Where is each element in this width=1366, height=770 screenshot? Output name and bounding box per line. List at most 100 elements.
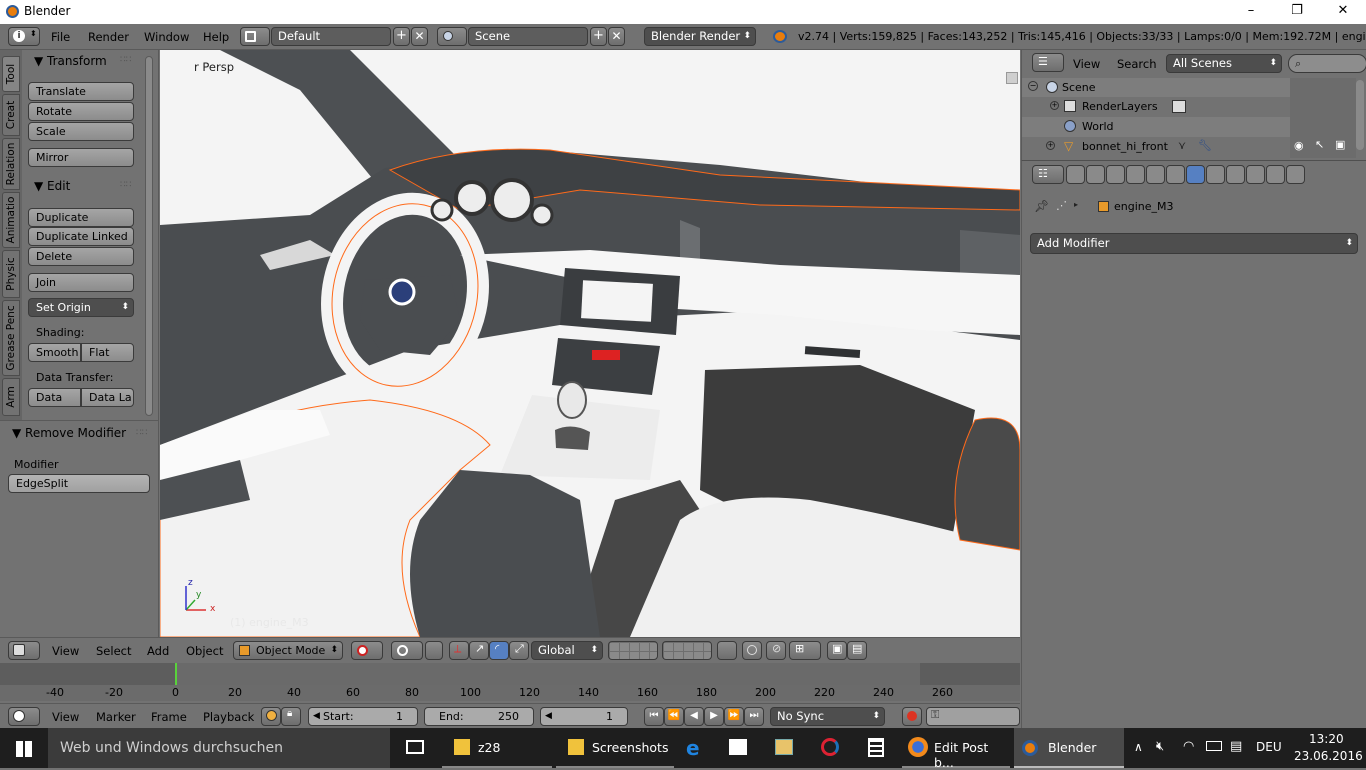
sync-select[interactable]: No Sync ⬍ — [770, 707, 885, 726]
add-layout-button[interactable]: + — [393, 27, 410, 46]
plus-corner-icon[interactable] — [1006, 72, 1018, 84]
render-engine-select[interactable]: Blender Render ⬍ — [644, 27, 756, 46]
transform-panel-header[interactable]: ▼ Transform — [34, 54, 107, 68]
tab-grease-pencil[interactable]: Grease Penc — [2, 300, 20, 376]
menu-frame[interactable]: Frame — [151, 710, 187, 724]
scene-tab-icon[interactable] — [1106, 165, 1125, 184]
rotate-button[interactable]: Rotate — [28, 102, 134, 121]
pin-icon[interactable]: 📌︎ — [1034, 199, 1049, 213]
tab-tool[interactable]: Tool — [2, 56, 20, 92]
remove-scene-button[interactable]: ✕ — [608, 27, 625, 46]
world-tab-icon[interactable] — [1126, 165, 1145, 184]
outliner-scrollbar[interactable] — [1356, 80, 1364, 150]
menu-file[interactable]: File — [51, 30, 70, 44]
translate-manipulator-button[interactable]: ⟂ — [449, 641, 469, 660]
data-layout-button[interactable]: Data La — [81, 388, 134, 407]
tab-armature[interactable]: Arm — [2, 378, 20, 416]
record-button[interactable] — [902, 707, 922, 726]
delete-button[interactable]: Delete — [28, 247, 134, 266]
tab-relation[interactable]: Relation — [2, 138, 20, 190]
layout-field[interactable]: Default — [271, 27, 391, 46]
minimize-button[interactable]: – — [1228, 0, 1274, 24]
join-button[interactable]: Join — [28, 273, 134, 292]
render-animation-button[interactable]: ▤ — [847, 641, 867, 660]
modifier-field[interactable]: EdgeSplit — [8, 474, 150, 493]
snap-toggle-button[interactable]: ⊘ — [766, 641, 786, 660]
outliner-row-world[interactable]: World — [1022, 117, 1290, 137]
expand-icon[interactable]: + — [1046, 141, 1055, 150]
notification-icon[interactable]: ▤ — [1230, 739, 1242, 754]
taskbar-item-screenshots[interactable]: Screenshots — [556, 728, 674, 768]
language-indicator[interactable]: DEU — [1256, 740, 1282, 754]
menu-view[interactable]: View — [52, 710, 79, 724]
orientation-select[interactable]: Global ⬍ — [531, 641, 603, 660]
display-mode-select[interactable]: All Scenes ⬍ — [1166, 54, 1282, 73]
scale-button[interactable]: Scale — [28, 122, 134, 141]
flat-button[interactable]: Flat — [81, 343, 134, 362]
menu-view[interactable]: View — [52, 644, 79, 658]
duplicate-button[interactable]: Duplicate — [28, 208, 134, 227]
jump-keyframe-forward-button[interactable]: ⏩ — [724, 707, 744, 726]
scene-picker-button[interactable] — [437, 27, 467, 46]
current-frame-field[interactable]: ◀ 1 — [540, 707, 628, 726]
render-tab-icon[interactable] — [1066, 165, 1085, 184]
snap-element-select[interactable]: ⊞ — [789, 641, 821, 660]
play-button[interactable]: ▶ — [704, 707, 724, 726]
start-button[interactable] — [0, 728, 48, 768]
layout-picker-button[interactable] — [240, 27, 270, 46]
preview-range-button[interactable] — [261, 707, 281, 726]
jump-start-button[interactable]: ⏮ — [644, 707, 664, 726]
duplicate-linked-button[interactable]: Duplicate Linked — [28, 227, 134, 246]
object-tab-icon[interactable] — [1146, 165, 1165, 184]
current-frame-indicator[interactable] — [175, 663, 177, 685]
viewport-shading-button[interactable] — [351, 641, 383, 660]
drag-handle-icon[interactable]: ∷∷ — [136, 428, 147, 438]
translate-button[interactable]: Translate — [28, 82, 134, 101]
menu-object[interactable]: Object — [186, 644, 223, 658]
store-button[interactable] — [720, 728, 756, 768]
tab-create[interactable]: Creat — [2, 94, 20, 136]
menu-render[interactable]: Render — [88, 30, 129, 44]
modifiers-tab-icon[interactable] — [1186, 165, 1205, 184]
particles-tab-icon[interactable] — [1266, 165, 1285, 184]
battery-icon[interactable] — [1206, 741, 1222, 751]
taskbar-item-firefox[interactable]: Edit Post b... — [902, 728, 1010, 770]
material-tab-icon[interactable] — [1226, 165, 1245, 184]
add-scene-button[interactable]: + — [590, 27, 607, 46]
play-reverse-button[interactable]: ◀ — [684, 707, 704, 726]
editor-type-button[interactable]: ☷ — [1032, 165, 1064, 184]
taskbar-item-blender[interactable]: Blender — [1014, 728, 1124, 768]
lock-range-button[interactable]: 🔒︎ — [281, 707, 301, 726]
menu-search[interactable]: Search — [1117, 57, 1157, 71]
menu-playback[interactable]: Playback — [203, 710, 254, 724]
set-origin-select[interactable]: Set Origin ⬍ — [28, 298, 134, 317]
scale-manipulator-button[interactable]: ⤢ — [509, 641, 529, 660]
speaker-muted-icon[interactable]: 🔇︎ — [1156, 739, 1164, 754]
drag-handle-icon[interactable]: ∷∷ — [120, 180, 131, 190]
cursor-icon[interactable]: ↖ — [1315, 138, 1324, 151]
3d-viewport[interactable]: r Persp (1) engine_M3 x y z — [160, 50, 1020, 637]
tool-shelf-scrollbar[interactable] — [145, 56, 153, 416]
tab-physics[interactable]: Physic — [2, 250, 20, 298]
texture-tab-icon[interactable] — [1246, 165, 1265, 184]
rotate-manipulator-button[interactable]: ◜ — [489, 641, 509, 660]
physics-tab-icon[interactable] — [1286, 165, 1305, 184]
start-frame-field[interactable]: ◀ Start: 1 — [308, 707, 418, 726]
end-frame-field[interactable]: End: 250 — [424, 707, 534, 726]
app-button[interactable] — [812, 728, 848, 768]
data-transfer-button[interactable]: Data — [28, 388, 81, 407]
close-button[interactable]: ✕ — [1320, 0, 1366, 24]
clock-date[interactable]: 23.06.2016 — [1294, 749, 1363, 763]
camera-icon[interactable]: ▣ — [1335, 138, 1345, 151]
manipulator-toggle[interactable] — [425, 641, 443, 660]
add-modifier-select[interactable]: Add Modifier ⬍ — [1030, 233, 1358, 254]
jump-end-button[interactable]: ⏭ — [744, 707, 764, 726]
taskbar-item-z28[interactable]: z28 — [442, 728, 552, 768]
menu-select[interactable]: Select — [96, 644, 131, 658]
menu-add[interactable]: Add — [147, 644, 169, 658]
collapse-icon[interactable]: − — [1028, 81, 1038, 91]
render-image-button[interactable]: ▣ — [827, 641, 847, 660]
layer-grid-1[interactable] — [608, 641, 658, 660]
menu-marker[interactable]: Marker — [96, 710, 136, 724]
move-manipulator-button[interactable]: ↗ — [469, 641, 489, 660]
